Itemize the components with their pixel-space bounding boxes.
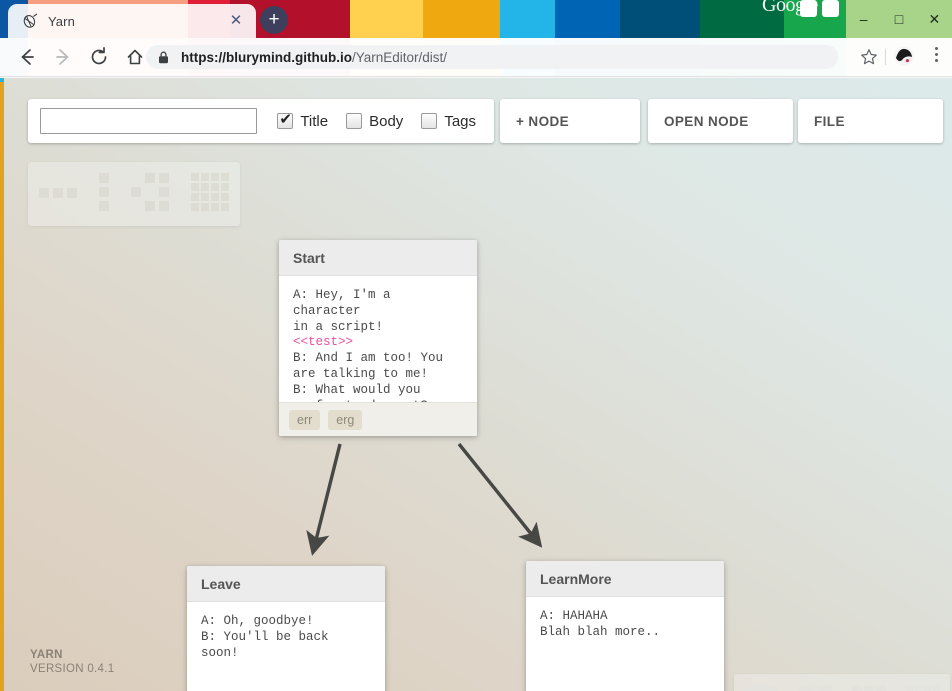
node-tag[interactable]: err <box>289 410 320 430</box>
yarn-canvas[interactable]: Title Body Tags + NODE OPEN NODE FILE <box>4 78 952 691</box>
window-close-button[interactable]: ✕ <box>919 0 949 38</box>
node-card[interactable]: LearnMore A: HAHAHABlah blah more.. rawT… <box>526 561 724 691</box>
node-card[interactable]: Start A: Hey, I'm a characterin a script… <box>279 240 477 436</box>
title-band-6 <box>500 0 555 38</box>
search-input[interactable] <box>40 108 257 134</box>
lock-icon <box>158 51 169 64</box>
app-name: YARN <box>30 648 114 662</box>
node-line: A: Hey, I'm a character <box>293 288 463 320</box>
close-icon[interactable]: ✕ <box>228 13 244 29</box>
browser-tab[interactable]: Yarn ✕ <box>8 4 256 38</box>
filter-checkbox-body[interactable] <box>346 113 362 129</box>
file-label: FILE <box>814 114 845 129</box>
node-title: LearnMore <box>526 561 724 597</box>
node-body: A: HAHAHABlah blah more.. <box>526 597 724 651</box>
layout-grid-icon[interactable] <box>191 173 229 216</box>
address-bar-url: https://blurymind.github.io/YarnEditor/d… <box>181 50 447 65</box>
node-body: A: Oh, goodbye!B: You'll be back soon! <box>187 602 385 671</box>
page-left-edge-stripe-top <box>0 78 4 82</box>
add-node-label: + NODE <box>516 114 569 129</box>
filter-label-tags: Tags <box>444 113 476 130</box>
kebab-menu-icon[interactable] <box>928 47 944 67</box>
node-line: A: HAHAHA <box>540 609 710 625</box>
zoom-4x4-icon[interactable] <box>906 686 940 691</box>
node-title: Leave <box>187 566 385 602</box>
node-line-token: <<test>> <box>293 335 463 351</box>
layout-cluster-icon[interactable] <box>131 173 169 216</box>
layout-row-icon[interactable] <box>39 185 77 203</box>
browser-title-bar: Google Yarn ✕ + – □ ✕ <box>0 0 952 38</box>
open-node-button[interactable]: OPEN NODE <box>648 99 793 143</box>
tab-title: Yarn <box>48 14 75 29</box>
search-filters: Title Body Tags <box>277 113 494 130</box>
zoom-2x2-icon[interactable] <box>798 686 832 691</box>
address-bar[interactable]: https://blurymind.github.io/YarnEditor/d… <box>146 45 838 69</box>
arrow-start-to-learnmore <box>459 444 532 535</box>
avatar-icon[interactable] <box>894 46 914 66</box>
filter-checkbox-title[interactable] <box>277 113 293 129</box>
filter-label-title: Title <box>300 113 328 130</box>
node-line: Blah blah more.. <box>540 625 710 641</box>
app-version: VERSION 0.4.1 <box>30 662 114 676</box>
home-icon[interactable] <box>122 44 148 70</box>
add-node-button[interactable]: + NODE <box>500 99 640 143</box>
url-path: /YarnEditor/dist/ <box>352 50 447 65</box>
open-node-label: OPEN NODE <box>664 114 749 129</box>
node-tag[interactable]: erg <box>328 410 362 430</box>
reload-icon[interactable] <box>86 44 112 70</box>
layout-tools-tray <box>28 162 240 226</box>
node-line: B: And I am too! You <box>293 351 463 367</box>
browser-window: Google Yarn ✕ + – □ ✕ <box>0 0 952 691</box>
browser-nav-bar: https://blurymind.github.io/YarnEditor/d… <box>0 38 952 76</box>
window-controls: – □ ✕ <box>846 0 952 38</box>
arrow-start-to-leave <box>316 444 340 540</box>
filter-checkbox-tags[interactable] <box>421 113 437 129</box>
node-line: are talking to me! <box>293 367 463 383</box>
background-icon-a <box>800 0 817 17</box>
filter-label-body: Body <box>369 113 403 130</box>
zoom-levels-tray <box>734 674 950 691</box>
node-line: A: Oh, goodbye! <box>201 614 371 630</box>
nav-separator <box>885 49 886 65</box>
zoom-1x1-icon[interactable] <box>744 686 778 691</box>
node-line: B: You'll be back soon! <box>201 630 371 662</box>
background-icon-b <box>822 0 839 17</box>
minimize-button[interactable]: – <box>849 0 879 38</box>
file-button[interactable]: FILE <box>798 99 943 143</box>
new-tab-button[interactable]: + <box>260 6 288 34</box>
title-band-8 <box>620 0 700 38</box>
node-card[interactable]: Leave A: Oh, goodbye!B: You'll be back s… <box>187 566 385 691</box>
zoom-3x3-icon[interactable] <box>852 686 886 691</box>
star-icon[interactable] <box>860 48 878 66</box>
title-band-7 <box>555 0 620 38</box>
node-tags: errerg <box>279 402 477 436</box>
url-origin: https://blurymind.github.io <box>181 50 352 65</box>
forward-arrow-icon[interactable] <box>50 44 76 70</box>
title-band-4 <box>350 0 423 38</box>
node-title: Start <box>279 240 477 276</box>
maximize-button[interactable]: □ <box>884 0 914 38</box>
page-viewport: Title Body Tags + NODE OPEN NODE FILE <box>0 78 952 691</box>
yarn-ball-icon <box>22 13 38 29</box>
back-arrow-icon[interactable] <box>14 44 40 70</box>
page-left-edge-stripe <box>0 78 4 691</box>
node-line: B: What would you <box>293 383 463 399</box>
node-line: in a script! <box>293 320 463 336</box>
title-band-5 <box>423 0 500 38</box>
layout-column-icon[interactable] <box>99 173 109 216</box>
app-version-info: YARN VERSION 0.4.1 <box>30 648 114 676</box>
plus-icon: + <box>268 9 279 30</box>
search-panel: Title Body Tags <box>28 99 494 143</box>
